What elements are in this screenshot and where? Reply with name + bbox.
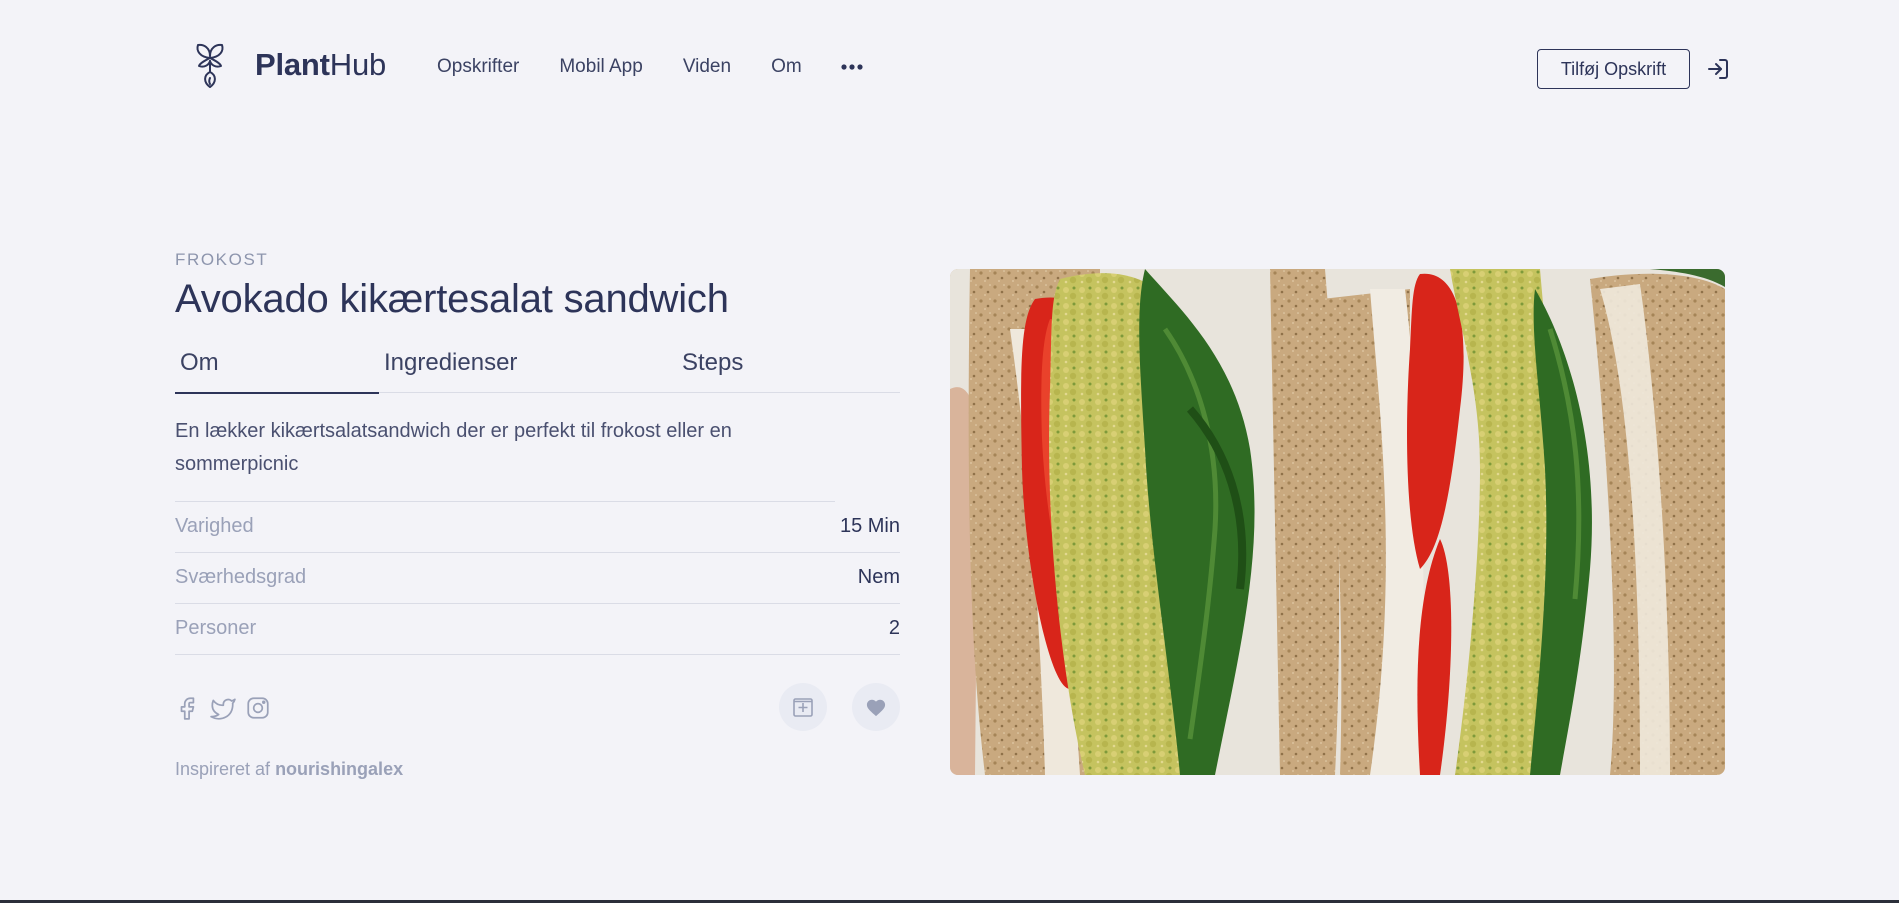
recipe-description: En lækker kikærtsalatsandwich der er per… [175, 415, 835, 502]
tab-ingredienser[interactable]: Ingredienser [384, 349, 517, 393]
recipe-category: FROKOST [175, 250, 269, 269]
site-header: PlantHub Opskrifter Mobil App Viden Om T… [0, 0, 1899, 140]
recipe-title: Avokado kikærtesalat sandwich [175, 277, 729, 321]
recipe-details: FROKOST Avokado kikærtesalat sandwich Om… [175, 250, 900, 780]
social-share [175, 695, 280, 721]
info-label: Sværhedsgrad [175, 566, 307, 589]
inspired-by: Inspireret af nourishingalex [175, 759, 900, 780]
twitter-icon[interactable] [210, 695, 236, 721]
more-menu-button[interactable] [841, 56, 863, 78]
main-nav: Opskrifter Mobil App Viden Om [437, 56, 863, 78]
recipe-image [950, 269, 1725, 775]
nav-item-om[interactable]: Om [771, 56, 802, 78]
recipe-actions [175, 655, 900, 751]
inspired-author-link[interactable]: nourishingalex [275, 759, 403, 779]
brand-name: PlantHub [255, 47, 386, 83]
info-label: Varighed [175, 515, 254, 538]
nav-item-opskrifter[interactable]: Opskrifter [437, 56, 519, 78]
info-value: 15 Min [839, 515, 900, 538]
add-recipe-button[interactable]: Tilføj Opskrift [1537, 49, 1690, 89]
nav-item-mobil-app[interactable]: Mobil App [559, 56, 642, 78]
add-to-list-icon [793, 697, 813, 717]
tab-steps[interactable]: Steps [682, 349, 743, 393]
brand-logo-link[interactable]: PlantHub [190, 42, 386, 88]
inspired-prefix: Inspireret af [175, 758, 271, 779]
info-row-servings: Personer 2 [175, 604, 900, 655]
tab-om[interactable]: Om [175, 349, 378, 395]
heart-icon [866, 699, 886, 716]
favorite-button[interactable] [852, 682, 900, 731]
plant-logo-icon [196, 43, 224, 88]
add-to-list-button[interactable] [779, 682, 827, 731]
info-value: Nem [857, 566, 900, 589]
sandwich-photo [950, 269, 1725, 775]
login-icon[interactable] [1706, 57, 1730, 81]
instagram-icon[interactable] [245, 695, 271, 721]
more-dots-icon [841, 64, 863, 70]
info-value: 2 [888, 617, 900, 640]
info-label: Personer [175, 617, 257, 640]
nav-item-viden[interactable]: Viden [683, 56, 731, 78]
info-row-duration: Varighed 15 Min [175, 502, 900, 553]
brand-name-regular: Hub [329, 47, 387, 82]
recipe-tabs: Om Ingredienser Steps [175, 349, 900, 395]
brand-name-bold: Plant [255, 47, 330, 82]
info-row-difficulty: Sværhedsgrad Nem [175, 553, 900, 604]
facebook-icon[interactable] [175, 695, 201, 721]
